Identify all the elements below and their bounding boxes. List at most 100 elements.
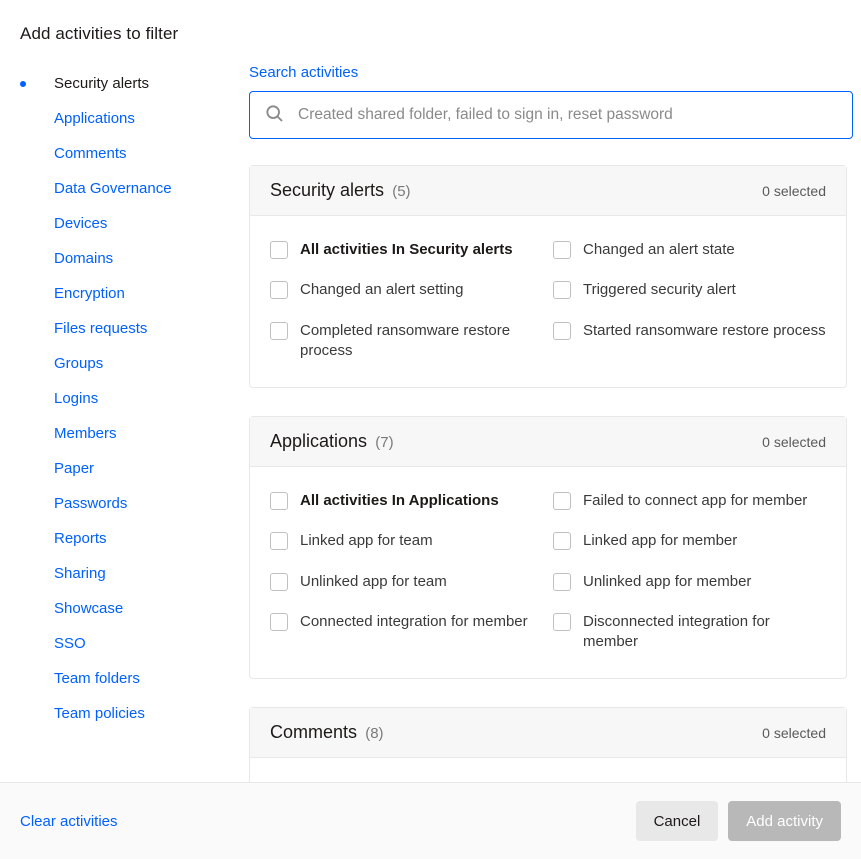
- activity-option[interactable]: All activities In Security alerts: [270, 240, 543, 260]
- sidebar-item-label: SSO: [34, 635, 86, 652]
- sidebar-item-paper[interactable]: Paper: [20, 451, 205, 486]
- activity-label: Failed to connect app for member: [583, 491, 807, 511]
- sidebar-item-label: Members: [34, 425, 117, 442]
- clear-activities-link[interactable]: Clear activities: [20, 813, 118, 830]
- dialog-footer: Clear activities Cancel Add activity: [0, 782, 861, 859]
- activity-option[interactable]: Unlinked app for member: [553, 572, 826, 592]
- sidebar-item-sso[interactable]: SSO: [20, 626, 205, 661]
- sidebar-item-label: Files requests: [34, 320, 147, 337]
- sidebar-item-team-policies[interactable]: Team policies: [20, 696, 205, 731]
- activity-checkbox[interactable]: [553, 492, 571, 510]
- sidebar-item-domains[interactable]: Domains: [20, 241, 205, 276]
- section-count: (5): [392, 183, 410, 200]
- activity-checkbox[interactable]: [270, 573, 288, 591]
- activity-option[interactable]: Changed an alert state: [553, 240, 826, 260]
- activity-checkbox[interactable]: [553, 281, 571, 299]
- sidebar-item-logins[interactable]: Logins: [20, 381, 205, 416]
- search-box[interactable]: [249, 91, 853, 139]
- section-count: (8): [365, 725, 383, 742]
- activity-option[interactable]: Failed to connect app for member: [553, 491, 826, 511]
- section-options: All activities In Security alerts Changed…: [250, 216, 846, 387]
- add-activity-button[interactable]: Add activity: [728, 801, 841, 841]
- activity-label: Started ransomware restore process: [583, 321, 826, 341]
- sidebar-item-label: Security alerts: [34, 75, 149, 92]
- dialog-title: Add activities to filter: [0, 0, 861, 62]
- sidebar-item-devices[interactable]: Devices: [20, 206, 205, 241]
- sidebar-item-label: Comments: [34, 145, 127, 162]
- activity-option[interactable]: Connected integration for member: [270, 612, 543, 653]
- sidebar-item-members[interactable]: Members: [20, 416, 205, 451]
- sidebar-item-comments[interactable]: Comments: [20, 136, 205, 171]
- activity-checkbox[interactable]: [270, 241, 288, 259]
- activity-option[interactable]: Linked app for team: [270, 531, 543, 551]
- activity-option[interactable]: Changed an alert setting: [270, 280, 543, 300]
- sidebar-item-files-requests[interactable]: Files requests: [20, 311, 205, 346]
- sidebar-item-passwords[interactable]: Passwords: [20, 486, 205, 521]
- sidebar[interactable]: Security alerts Applications Comments Data …: [0, 62, 205, 782]
- sidebar-item-label: Reports: [34, 530, 107, 547]
- sidebar-item-label: Passwords: [34, 495, 127, 512]
- activity-label: Changed an alert setting: [300, 280, 463, 300]
- activity-label: Changed an alert state: [583, 240, 735, 260]
- activity-checkbox[interactable]: [270, 613, 288, 631]
- sidebar-item-showcase[interactable]: Showcase: [20, 591, 205, 626]
- search-icon: [264, 103, 298, 127]
- sidebar-item-label: Devices: [34, 215, 107, 232]
- sidebar-item-label: Domains: [34, 250, 113, 267]
- section-header: Comments (8) 0 selected: [250, 708, 846, 758]
- sidebar-item-label: Encryption: [34, 285, 125, 302]
- sidebar-item-label: Groups: [34, 355, 103, 372]
- sidebar-item-label: Team folders: [34, 670, 140, 687]
- section-comments: Comments (8) 0 selected All activities In …: [249, 707, 847, 782]
- activity-option[interactable]: Started ransomware restore process: [553, 321, 826, 362]
- sidebar-item-team-folders[interactable]: Team folders: [20, 661, 205, 696]
- activity-option[interactable]: Triggered security alert: [553, 280, 826, 300]
- selected-count: 0 selected: [762, 434, 826, 450]
- sidebar-item-label: Applications: [34, 110, 135, 127]
- activity-checkbox[interactable]: [270, 322, 288, 340]
- section-header: Security alerts (5)0 selected: [250, 166, 846, 216]
- section-header: Applications (7) 0 selected: [250, 417, 846, 467]
- sidebar-item-groups[interactable]: Groups: [20, 346, 205, 381]
- sidebar-item-encryption[interactable]: Encryption: [20, 276, 205, 311]
- sidebar-item-data-governance[interactable]: Data Governance: [20, 171, 205, 206]
- sidebar-item-applications[interactable]: Applications: [20, 101, 205, 136]
- activity-option[interactable]: Unlinked app for team: [270, 572, 543, 592]
- sidebar-item-label: Logins: [34, 390, 98, 407]
- activity-checkbox[interactable]: [553, 532, 571, 550]
- section-title: Comments: [270, 722, 357, 742]
- search-label: Search activities: [249, 64, 853, 81]
- section-title: Security alerts: [270, 180, 384, 200]
- section-title: Applications: [270, 431, 367, 451]
- section-count: (7): [375, 434, 393, 451]
- sidebar-item-label: Team policies: [34, 705, 145, 722]
- sidebar-item-security-alerts[interactable]: Security alerts: [20, 66, 205, 101]
- section-applications: Applications (7) 0 selected All activities…: [249, 416, 847, 679]
- sidebar-item-label: Data Governance: [34, 180, 172, 197]
- cancel-button[interactable]: Cancel: [636, 801, 719, 841]
- activity-label: All activities In Applications: [300, 491, 499, 511]
- activity-option[interactable]: All activities In Applications: [270, 491, 543, 511]
- sidebar-item-sharing[interactable]: Sharing: [20, 556, 205, 591]
- search-input[interactable]: [298, 106, 838, 124]
- activity-checkbox[interactable]: [553, 573, 571, 591]
- activity-label: Disconnected integration for member: [583, 612, 826, 653]
- activity-option[interactable]: Linked app for member: [553, 531, 826, 551]
- activity-checkbox[interactable]: [270, 281, 288, 299]
- sidebar-item-reports[interactable]: Reports: [20, 521, 205, 556]
- activity-option[interactable]: Disconnected integration for member: [553, 612, 826, 653]
- activity-label: Unlinked app for member: [583, 572, 751, 592]
- section-options: All activities In Applications Failed to …: [250, 467, 846, 678]
- sidebar-item-label: Sharing: [34, 565, 106, 582]
- active-dot-icon: [20, 81, 26, 87]
- activities-scroll[interactable]: Security alerts (5)0 selectedAll activit…: [249, 165, 853, 782]
- activity-checkbox[interactable]: [270, 532, 288, 550]
- activity-checkbox[interactable]: [553, 322, 571, 340]
- section-options: All activities In CommentsAdded file com…: [250, 758, 846, 782]
- activity-checkbox[interactable]: [553, 241, 571, 259]
- section-security-alerts: Security alerts (5)0 selectedAll activit…: [249, 165, 847, 388]
- activity-checkbox[interactable]: [270, 492, 288, 510]
- activity-checkbox[interactable]: [553, 613, 571, 631]
- activity-option[interactable]: Completed ransomware restore process: [270, 321, 543, 362]
- selected-count: 0 selected: [762, 725, 826, 741]
